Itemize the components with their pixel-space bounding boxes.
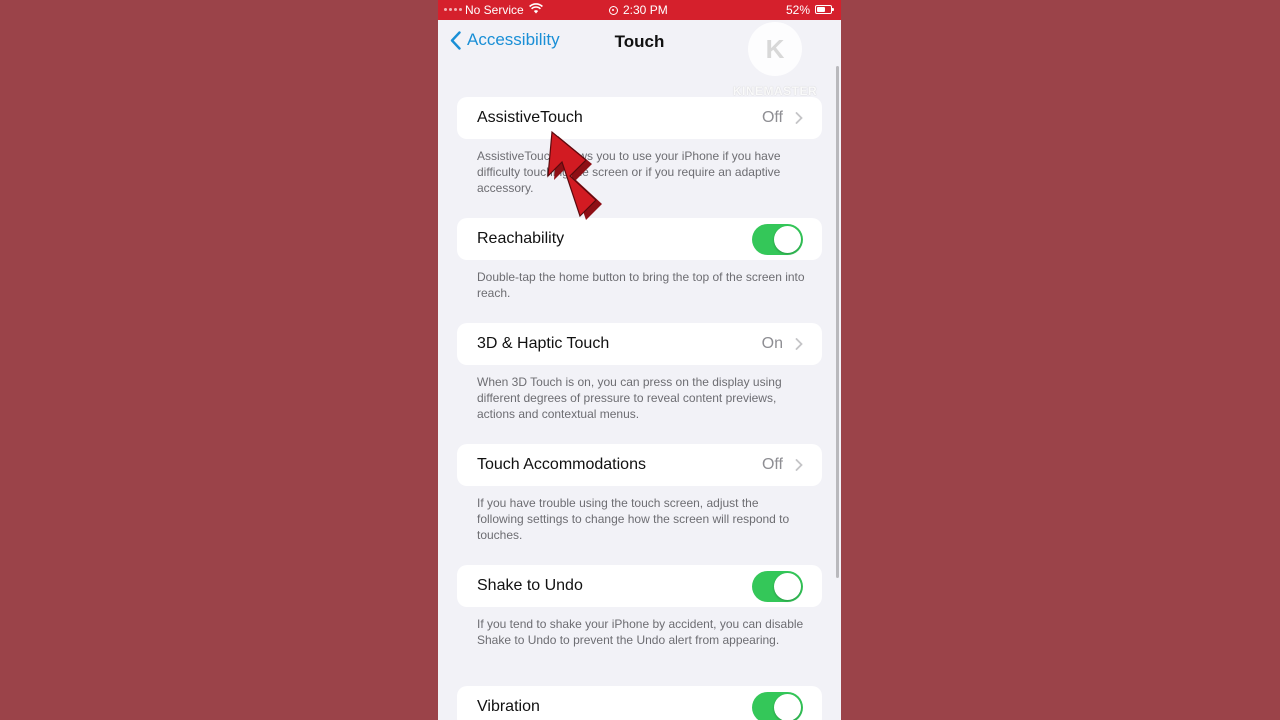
row-value: Off xyxy=(761,456,783,473)
row-vibration: Vibration xyxy=(457,686,822,720)
row-value: Off xyxy=(761,109,783,126)
vibration-toggle[interactable] xyxy=(752,692,803,720)
battery-icon xyxy=(815,5,834,14)
shake-to-undo-toggle[interactable] xyxy=(752,571,803,602)
reachability-toggle[interactable] xyxy=(752,224,803,255)
left-background xyxy=(0,0,438,720)
row-label: Vibration xyxy=(477,698,540,715)
row-footer: When 3D Touch is on, you can press on th… xyxy=(477,375,782,421)
carrier-label: No Service xyxy=(465,3,524,17)
kinemaster-watermark: K KINEMASTER xyxy=(725,22,825,98)
row-label: Touch Accommodations xyxy=(477,456,646,473)
chevron-right-icon xyxy=(795,338,803,350)
row-shake-to-undo: Shake to Undo xyxy=(457,565,822,607)
phone-screen: No Service 2:30 PM 52% Accessibility Tou… xyxy=(438,0,841,720)
row-touch-accommodations[interactable]: Touch Accommodations Off xyxy=(457,444,822,486)
right-background xyxy=(841,0,1280,720)
row-label: Shake to Undo xyxy=(477,577,583,594)
status-time: 2:30 PM xyxy=(623,3,668,17)
row-footer: If you tend to shake your iPhone by acci… xyxy=(477,617,804,647)
chevron-right-icon xyxy=(795,459,803,471)
row-3d-haptic-touch[interactable]: 3D & Haptic Touch On xyxy=(457,323,822,365)
wifi-icon xyxy=(529,3,543,14)
orientation-lock-icon xyxy=(609,5,618,15)
row-footer: Double-tap the home button to bring the … xyxy=(477,270,805,300)
kinemaster-logo: K xyxy=(748,22,802,76)
battery-percent: 52% xyxy=(786,3,811,17)
signal-icon xyxy=(444,8,462,11)
scroll-indicator[interactable] xyxy=(836,66,839,578)
row-footer: If you have trouble using the touch scre… xyxy=(477,496,790,542)
row-value: On xyxy=(761,335,783,352)
red-arrow-annotation xyxy=(547,130,602,220)
row-label: 3D & Haptic Touch xyxy=(477,335,610,352)
clock: 2:30 PM xyxy=(609,3,668,17)
watermark-text: KINEMASTER xyxy=(732,84,818,98)
status-bar: No Service 2:30 PM 52% xyxy=(438,0,841,20)
chevron-right-icon xyxy=(795,112,803,124)
